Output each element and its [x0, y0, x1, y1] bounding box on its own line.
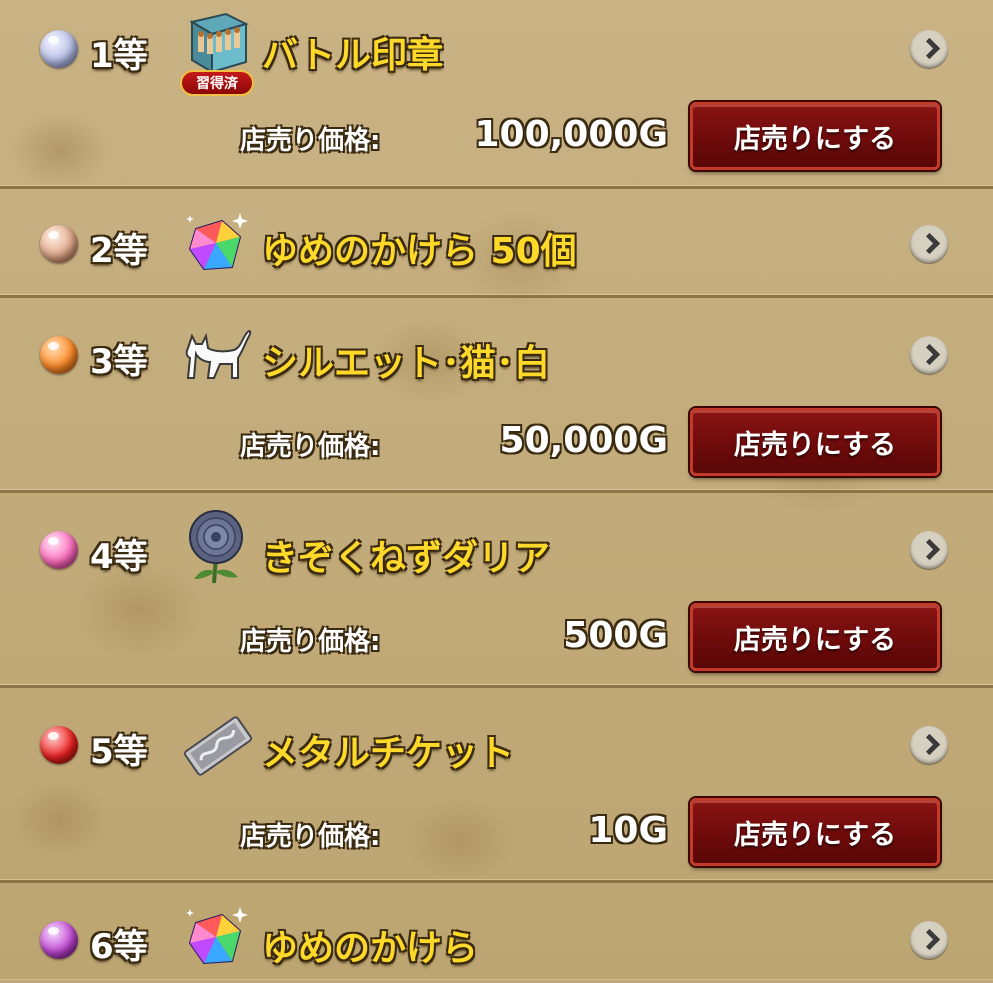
rank-orb-icon — [40, 30, 78, 68]
prize-row-6: 6等 ゆめのかけら — [0, 883, 993, 980]
prize-rank: 3等 — [90, 342, 148, 382]
chevron-right-icon[interactable] — [910, 921, 948, 959]
prize-name: シルエット･猫･白 — [262, 343, 551, 384]
prize-rank: 1等 — [90, 36, 148, 76]
chevron-right-icon[interactable] — [910, 531, 948, 569]
prize-row-header[interactable]: 2等 ゆめのかけら 50個 — [0, 189, 993, 289]
dahlia-flower-icon — [180, 509, 256, 585]
prize-row-4: 4等 きぞくねずダリア 店売り価格: 500G 店売りにする — [0, 493, 993, 688]
sell-to-shop-button[interactable]: 店売りにする — [690, 798, 940, 866]
prize-row-header[interactable]: 3等 シルエット･猫･白 — [0, 298, 993, 398]
prize-row-header[interactable]: 4等 きぞくねずダリア — [0, 493, 993, 593]
chevron-right-icon[interactable] — [910, 225, 948, 263]
sell-price-label: 店売り価格: — [240, 432, 381, 462]
prize-name: メタルチケット — [262, 733, 515, 774]
sell-to-shop-button[interactable]: 店売りにする — [690, 102, 940, 170]
prize-list: 1等 習得済 バトル印章 店売り価格: 100,000G 店売りにする 2等 ゆ… — [0, 0, 993, 980]
sell-price-label: 店売り価格: — [240, 126, 381, 156]
dream-shard-icon — [180, 901, 256, 977]
chevron-right-icon[interactable] — [910, 336, 948, 374]
metal-ticket-icon — [180, 708, 256, 784]
prize-row-header[interactable]: 5等 メタルチケット — [0, 688, 993, 788]
prize-rank: 6等 — [90, 927, 148, 967]
white-cat-silhouette-icon — [180, 318, 256, 394]
prize-row-3: 3等 シルエット･猫･白 店売り価格: 50,000G 店売りにする — [0, 298, 993, 493]
prize-rank: 5等 — [90, 732, 148, 772]
prize-row-5: 5等 メタルチケット 店売り価格: 10G 店売りにする — [0, 688, 993, 883]
sell-to-shop-button[interactable]: 店売りにする — [690, 408, 940, 476]
chevron-right-icon[interactable] — [910, 30, 948, 68]
rank-orb-icon — [40, 225, 78, 263]
prize-row-header[interactable]: 1等 習得済 バトル印章 — [0, 0, 993, 100]
prize-row-1: 1等 習得済 バトル印章 店売り価格: 100,000G 店売りにする — [0, 0, 993, 189]
prize-name: きぞくねずダリア — [262, 538, 551, 579]
prize-rank: 2等 — [90, 231, 148, 271]
sell-to-shop-button[interactable]: 店売りにする — [690, 603, 940, 671]
sell-price-label: 店売り価格: — [240, 627, 381, 657]
prize-name: バトル印章 — [262, 35, 444, 76]
rank-orb-icon — [40, 531, 78, 569]
sell-price: 10G — [588, 810, 668, 851]
rank-orb-icon — [40, 336, 78, 374]
rank-orb-icon — [40, 726, 78, 764]
sell-price: 500G — [563, 615, 668, 656]
rank-orb-icon — [40, 921, 78, 959]
sell-price-label: 店売り価格: — [240, 822, 381, 852]
chevron-right-icon[interactable] — [910, 726, 948, 764]
prize-name: ゆめのかけら 50個 — [262, 231, 577, 272]
prize-row-2: 2等 ゆめのかけら 50個 — [0, 189, 993, 298]
prize-row-header[interactable]: 6等 ゆめのかけら — [0, 883, 993, 983]
sell-price: 50,000G — [499, 420, 668, 461]
prize-name: ゆめのかけら — [262, 928, 479, 969]
sell-price: 100,000G — [474, 114, 668, 155]
learned-badge: 習得済 — [180, 70, 254, 96]
prize-rank: 4等 — [90, 537, 148, 577]
dream-shard-icon — [180, 207, 256, 283]
